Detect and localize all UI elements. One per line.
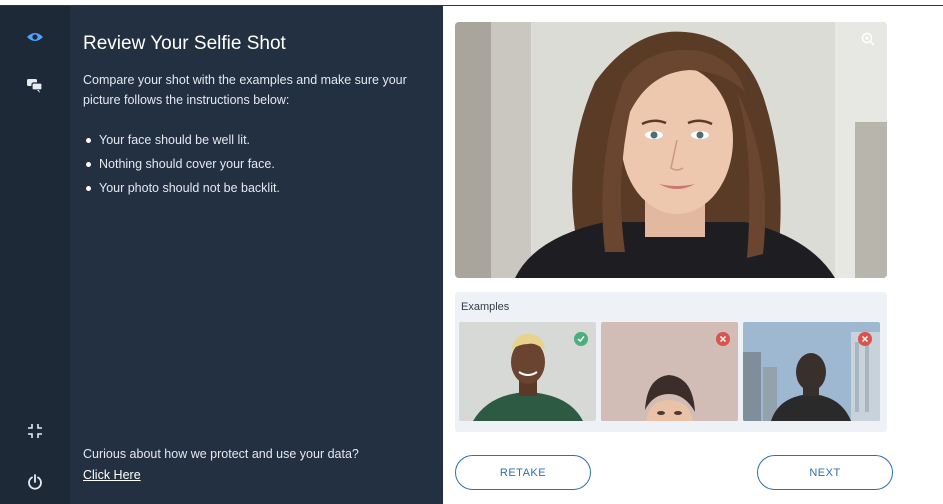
collapse-icon[interactable]: [24, 420, 46, 442]
page-title: Review Your Selfie Shot: [83, 33, 286, 54]
instruction-list: Your face should be well lit. Nothing sh…: [86, 128, 280, 200]
power-icon[interactable]: [24, 471, 46, 493]
x-icon: [716, 332, 730, 346]
side-rail: [0, 6, 70, 504]
examples-label: Examples: [461, 301, 510, 313]
selfie-image: [455, 22, 887, 278]
x-icon: [858, 332, 872, 346]
example-bad: [601, 322, 738, 421]
privacy-text: Curious about how we protect and use you…: [83, 447, 359, 461]
example-bad: [743, 322, 880, 421]
zoom-icon[interactable]: [861, 32, 875, 51]
examples-panel: Examples: [455, 292, 887, 432]
example-good: [459, 322, 596, 421]
check-icon: [574, 332, 588, 346]
instruction-item: Your photo should not be backlit.: [86, 176, 280, 200]
privacy-link[interactable]: Click Here: [83, 468, 141, 482]
retake-button[interactable]: RETAKE: [455, 455, 591, 490]
next-button[interactable]: NEXT: [757, 455, 893, 490]
selfie-preview: [455, 22, 887, 278]
chat-icon[interactable]: [24, 75, 46, 97]
intro-text: Compare your shot with the examples and …: [83, 73, 407, 107]
eye-icon[interactable]: [24, 26, 46, 48]
instruction-item: Nothing should cover your face.: [86, 152, 280, 176]
instruction-item: Your face should be well lit.: [86, 128, 280, 152]
